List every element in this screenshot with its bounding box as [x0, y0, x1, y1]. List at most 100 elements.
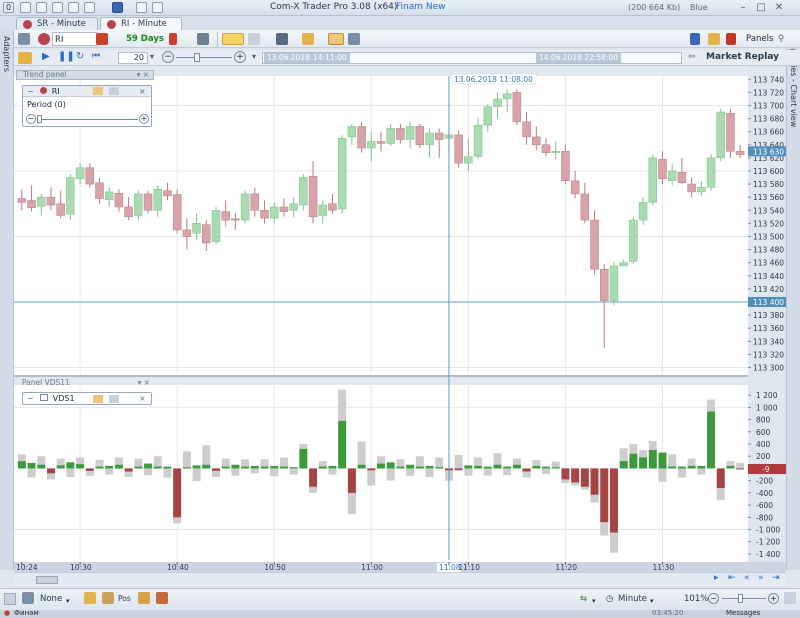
- drawing-icon[interactable]: [248, 33, 260, 45]
- sync-dropdown-icon[interactable]: ▾: [592, 597, 596, 605]
- sync-icon[interactable]: ⇆: [580, 594, 587, 604]
- trend-panel-title: Trend panel: [23, 70, 67, 79]
- zoom-in-button[interactable]: +: [768, 593, 779, 604]
- trend-indicator-box[interactable]: − RI × Period (0) − +: [22, 85, 152, 127]
- trend-panel-header[interactable]: Trend panel ▾ ×: [16, 70, 154, 80]
- layers-icon[interactable]: [348, 33, 360, 45]
- tab-sr-minute[interactable]: SR - Minute x: [16, 17, 98, 41]
- save-icon[interactable]: [20, 2, 31, 13]
- indicator-settings-icon[interactable]: [93, 395, 103, 403]
- instrument-field[interactable]: RI: [52, 32, 98, 46]
- folder-icon[interactable]: [36, 2, 47, 13]
- param-minus-button[interactable]: −: [26, 114, 36, 124]
- orders-icon[interactable]: [84, 592, 96, 604]
- window-icon[interactable]: [708, 33, 720, 45]
- timeframe-selector[interactable]: Minute: [618, 594, 647, 604]
- window-number-icon[interactable]: 0: [3, 2, 14, 13]
- rewind-icon[interactable]: ⏮: [92, 51, 100, 61]
- volume-bar: [619, 461, 628, 469]
- color-icon[interactable]: [169, 33, 177, 45]
- alert-icon[interactable]: [726, 33, 736, 45]
- grid-icon[interactable]: [84, 2, 95, 13]
- arrow-icon[interactable]: [152, 2, 163, 13]
- volume-bar-total: [231, 468, 240, 476]
- candle: [367, 141, 376, 149]
- adapters-sidebar[interactable]: Adapters: [0, 30, 14, 570]
- scroll-start-icon[interactable]: ⇤: [728, 573, 736, 583]
- time-tick-label: 10:40: [167, 563, 189, 572]
- scroll-back-icon[interactable]: «: [744, 573, 750, 583]
- mode-dropdown-icon[interactable]: ▾: [66, 597, 70, 605]
- scroll-end-icon[interactable]: ⇥: [772, 573, 780, 583]
- volume-bar: [173, 468, 182, 518]
- status-end-icon[interactable]: [784, 592, 796, 604]
- indicator-style-icon[interactable]: [109, 87, 119, 95]
- replay-arrow-icon[interactable]: ⇦: [688, 52, 696, 62]
- print-icon[interactable]: [52, 2, 63, 13]
- mode-selector[interactable]: None: [40, 594, 62, 604]
- param-slider[interactable]: [38, 119, 138, 120]
- speed-slider[interactable]: [176, 57, 232, 58]
- loop-icon[interactable]: ↻: [76, 51, 84, 62]
- zoom-slider[interactable]: [722, 598, 766, 599]
- timeframe-dropdown-icon[interactable]: ▾: [650, 597, 654, 605]
- period-selector[interactable]: 59 Days: [126, 32, 164, 46]
- volume-panel-controls[interactable]: ▾ ×: [138, 378, 150, 387]
- template-icon[interactable]: [328, 33, 344, 45]
- chart-area[interactable]: 113 740 113 720 113 700 113 680 113 660 113 6…: [14, 66, 786, 572]
- positions-button[interactable]: Pos: [118, 594, 131, 603]
- settings-icon[interactable]: [18, 33, 30, 45]
- param-slider-thumb[interactable]: [37, 115, 42, 123]
- collapse-icon[interactable]: −: [27, 87, 34, 96]
- play-icon[interactable]: ▶: [42, 51, 50, 62]
- replay-icon[interactable]: [18, 52, 32, 64]
- portfolio-icon[interactable]: [138, 592, 150, 604]
- mode-icon[interactable]: [22, 592, 34, 604]
- pause-icon[interactable]: ❚❚: [58, 51, 75, 62]
- scroll-forward-icon[interactable]: »: [758, 573, 764, 583]
- trades-icon[interactable]: [102, 592, 114, 604]
- chart-type-icon[interactable]: [96, 33, 108, 45]
- zoom-slider-thumb[interactable]: [738, 594, 743, 603]
- replay-step-field[interactable]: 20: [118, 52, 148, 64]
- lines-icon[interactable]: [276, 33, 288, 45]
- theme-selector[interactable]: Blue: [690, 3, 708, 12]
- param-plus-button[interactable]: +: [139, 114, 149, 124]
- layout-icon[interactable]: [68, 2, 79, 13]
- tools-icon[interactable]: [136, 2, 147, 13]
- bars-icon[interactable]: [197, 33, 209, 45]
- volume-panel-header[interactable]: Panel VDS11 ▾ ×: [16, 378, 154, 387]
- indicator-close-icon[interactable]: ×: [139, 86, 146, 97]
- candle: [17, 198, 27, 203]
- collapse-icon[interactable]: −: [27, 394, 34, 403]
- minimize-button[interactable]: –: [736, 1, 750, 14]
- indicator-style-icon[interactable]: [109, 395, 119, 403]
- zoom-out-button[interactable]: −: [708, 593, 719, 604]
- status-menu-icon[interactable]: [4, 593, 16, 605]
- scroll-thumb[interactable]: [36, 576, 58, 584]
- speed-slider-thumb[interactable]: [194, 53, 200, 62]
- crosshair-icon[interactable]: [222, 33, 244, 45]
- tab-ri-minute[interactable]: RI - Minute x: [100, 17, 182, 41]
- report-icon[interactable]: [156, 592, 168, 604]
- properties-sidebar[interactable]: Properties - Chart view: [786, 30, 800, 570]
- indicator-icon[interactable]: [302, 33, 314, 45]
- maximize-button[interactable]: □: [754, 1, 768, 14]
- volume-bar: [66, 462, 75, 469]
- close-button[interactable]: ✕: [772, 1, 786, 14]
- link-icon[interactable]: [690, 33, 700, 45]
- indicator-settings-icon[interactable]: [93, 87, 103, 95]
- step-dropdown-icon[interactable]: ▾: [150, 52, 154, 61]
- indicator-close-icon[interactable]: ×: [139, 393, 146, 404]
- volume-indicator-box[interactable]: − VDS1 ×: [22, 392, 152, 405]
- speed-minus-button[interactable]: −: [162, 51, 174, 63]
- speed-dropdown-icon[interactable]: ▾: [252, 52, 256, 61]
- shield-icon[interactable]: [112, 2, 123, 13]
- pin-icon[interactable]: ⚲: [778, 32, 784, 46]
- trend-panel-controls[interactable]: ▾ ×: [137, 71, 149, 79]
- speed-plus-button[interactable]: +: [234, 51, 246, 63]
- messages-button[interactable]: Messages: [726, 609, 760, 617]
- scroll-right-icon[interactable]: ▸: [714, 573, 719, 583]
- panels-button[interactable]: Panels: [746, 32, 773, 46]
- candle: [590, 219, 599, 270]
